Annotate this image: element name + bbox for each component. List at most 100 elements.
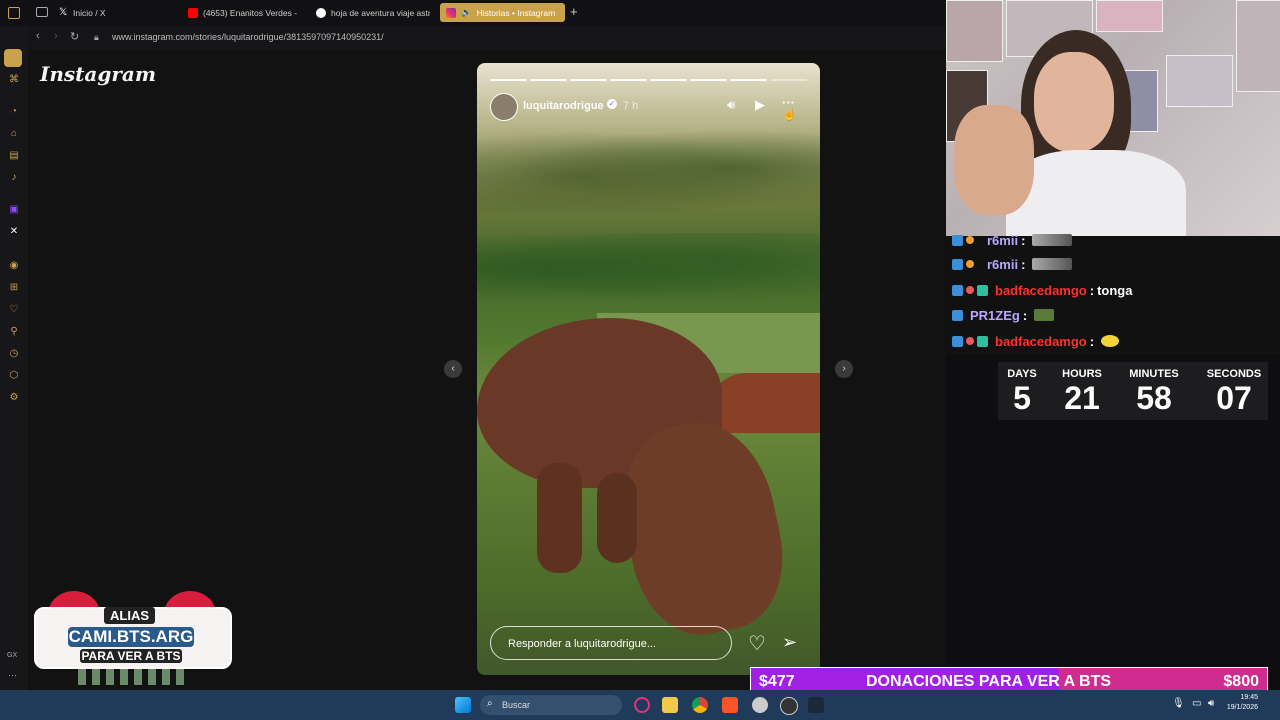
chat-username[interactable]: badfacedamgo [995, 283, 1087, 298]
alias-caption: PARA VER A BTS [80, 649, 182, 663]
steam-icon[interactable] [808, 697, 824, 713]
tab-label: (4653) Enanitos Verdes - [203, 7, 298, 18]
chat-username[interactable]: r6mii [987, 233, 1018, 248]
settings-icon[interactable]: ⚙ [8, 392, 20, 404]
poster [1236, 0, 1280, 92]
next-story-button[interactable]: › [835, 360, 853, 378]
extensions-icon[interactable]: ⊞ [8, 282, 20, 294]
alias-overlay: ALIAS CAMI.BTS.ARG PARA VER A BTS [34, 591, 232, 689]
emote-icon [1034, 309, 1055, 321]
mouse-cursor-icon: ☝ [782, 107, 797, 121]
taskbar-search[interactable]: Buscar [480, 695, 622, 715]
chat-text: tonga [1097, 282, 1133, 298]
tab-label: Historias • Instagram [476, 7, 556, 18]
sub-badge-icon [966, 286, 974, 294]
instagram-logo[interactable]: Instagram [40, 62, 156, 86]
bushes [477, 233, 820, 303]
webcam-feed [946, 0, 1280, 236]
chat-message: badfacedamgo : tonga [952, 280, 1132, 300]
mic-icon[interactable]: 🎙︎ [1172, 698, 1185, 709]
windows-start-icon[interactable] [455, 697, 471, 713]
bits-badge-icon [966, 260, 974, 268]
lock-icon: 🔒︎ [94, 32, 99, 42]
taskbar-clock[interactable]: 19:45 19/1/2026 [1227, 693, 1258, 713]
chat-separator: : [1089, 282, 1095, 298]
alias-value: CAMI.BTS.ARG [68, 627, 194, 647]
volume-icon[interactable]: 🔊︎ [727, 97, 735, 113]
tab-google[interactable]: hoja de aventura viaje astr [316, 3, 430, 22]
countdown-hours: HOURS 21 [1062, 368, 1102, 416]
search-icon: ⌕ [487, 698, 493, 709]
home-icon[interactable] [4, 49, 22, 67]
tab-manager-icon[interactable] [36, 7, 48, 17]
controller-icon[interactable]: ⌘ [8, 74, 20, 86]
clock-time: 19:45 [1240, 694, 1258, 701]
chat-username[interactable]: r6mii [987, 257, 1018, 272]
opera-gx-icon[interactable] [634, 697, 650, 713]
avatar[interactable] [490, 93, 518, 121]
address-bar: ‹ › ↻ 🔒︎ www.instagram.com/stories/luqui… [28, 26, 946, 50]
heart-icon[interactable]: ♡ [8, 304, 20, 316]
brave-icon[interactable] [722, 697, 738, 713]
back-icon[interactable]: ‹ [36, 30, 40, 42]
volume-icon[interactable]: 🔊︎ [1208, 698, 1214, 709]
history-icon[interactable]: ◷ [8, 348, 20, 360]
forward-icon[interactable]: › [54, 30, 58, 42]
obs-icon[interactable] [780, 697, 798, 715]
sub-badge-icon [966, 337, 974, 345]
url-field[interactable]: www.instagram.com/stories/luquitarodrigu… [112, 32, 384, 42]
speedometer-icon[interactable]: ◔ [8, 106, 20, 118]
twitch-icon[interactable]: ▣ [8, 204, 20, 216]
chrome-icon[interactable] [692, 697, 708, 713]
chat-separator: : [1089, 333, 1095, 349]
cards-icon[interactable]: ▤ [8, 150, 20, 162]
tab-instagram[interactable]: 🔈 Historias • Instagram [440, 3, 565, 22]
countdown-seconds: SECONDS 07 [1206, 368, 1262, 416]
tab-label: hoja de aventura viaje astr [331, 7, 430, 18]
donation-title: DONACIONES PARA VER A BTS [866, 673, 1112, 690]
gx-label[interactable]: GX [7, 652, 17, 659]
reload-icon[interactable]: ↻ [70, 30, 79, 43]
tab-x[interactable]: 𝕏 Inicio / X [58, 3, 176, 22]
player-icon[interactable]: ◉ [8, 260, 20, 272]
network-icon[interactable]: ▭ [1192, 698, 1201, 709]
tree-canopy [477, 123, 820, 213]
story-viewer[interactable]: luquitarodrigue ✓ 7 h 🔊︎ ▶ ··· ☝ Respond… [477, 63, 820, 675]
dirt-mound [707, 373, 820, 433]
story-progress [490, 79, 807, 81]
more-icon[interactable]: ··· [8, 670, 17, 680]
app-icon[interactable] [752, 697, 768, 713]
youtube-icon [188, 7, 198, 18]
play-icon[interactable]: ▶ [755, 97, 765, 113]
chat-message: r6mii : [952, 254, 1073, 274]
store-icon[interactable]: ⌂ [8, 128, 20, 140]
tab-youtube[interactable]: (4653) Enanitos Verdes - [188, 3, 306, 22]
x-icon[interactable]: ✕ [8, 226, 20, 238]
chat-username[interactable]: PR1ZEg [970, 308, 1020, 323]
gift-badge-icon [977, 284, 988, 296]
instagram-icon [446, 7, 456, 18]
chat-separator: : [1022, 307, 1028, 323]
box-icon[interactable]: ⬡ [8, 370, 20, 382]
story-username[interactable]: luquitarodrigue [523, 100, 604, 112]
previous-story-button[interactable]: ‹ [444, 360, 462, 378]
chat-separator: : [1021, 232, 1026, 248]
prime-badge-icon [952, 335, 963, 347]
warthog-leg [537, 463, 582, 573]
chat-username[interactable]: badfacedamgo [995, 334, 1087, 349]
browser-sidebar: ⌘ ◔ ⌂ ▤ ♪ ▣ ✕ ◉ ⊞ ♡ ⚲ ◷ ⬡ ⚙ GX ··· [0, 26, 28, 690]
taskbar: Buscar ⌕ 🎙︎ ▭ 🔊︎ 19:45 19/1/2026 [0, 690, 1280, 720]
prime-badge-icon [952, 309, 963, 321]
pin-icon[interactable]: ⚲ [8, 326, 20, 338]
music-icon[interactable]: ♪ [8, 172, 20, 184]
gift-badge-icon [977, 335, 988, 347]
share-icon[interactable]: ➢ [782, 632, 797, 653]
donation-goal: $800 [1223, 673, 1259, 690]
new-tab-button[interactable]: + [570, 4, 578, 19]
hand [954, 105, 1034, 215]
reply-input[interactable]: Responder a luquitarodrigue... [490, 626, 732, 660]
window-menu-icon[interactable] [8, 7, 20, 19]
google-icon [316, 7, 326, 18]
like-icon[interactable]: ♡ [748, 631, 766, 656]
file-explorer-icon[interactable] [662, 697, 678, 713]
